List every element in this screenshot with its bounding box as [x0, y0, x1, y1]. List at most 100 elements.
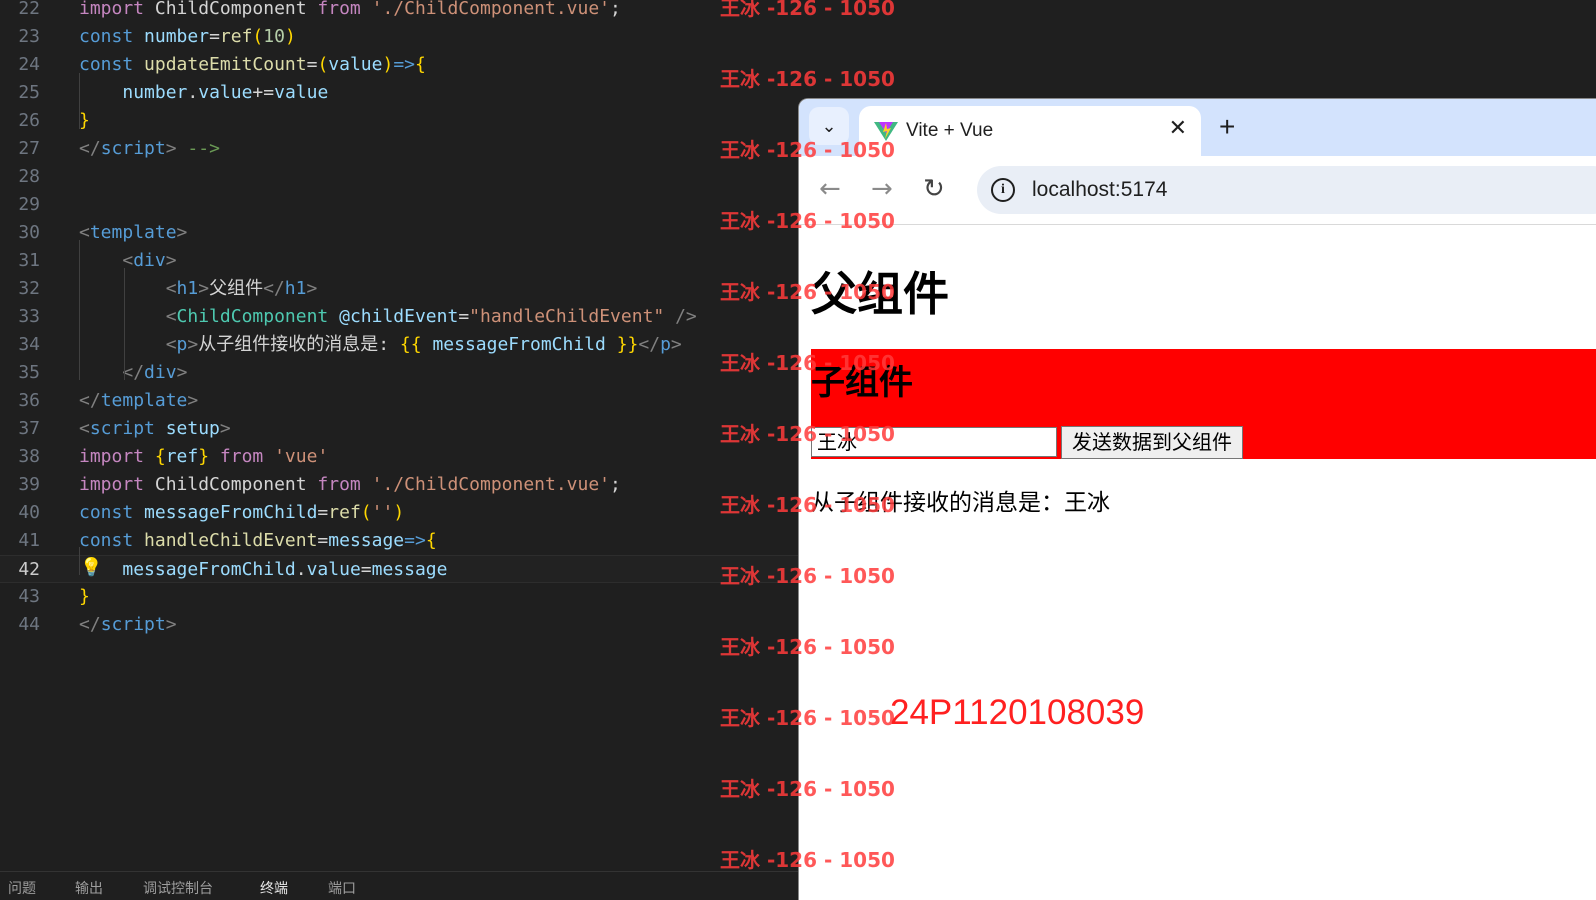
line-number: 25: [18, 82, 40, 103]
code-line[interactable]: 29: [0, 191, 798, 219]
code-line[interactable]: 42 messageFromChild.value=message: [0, 555, 798, 583]
line-number: 24: [18, 54, 40, 75]
code-text[interactable]: const updateEmitCount=(value)=>{: [79, 51, 426, 79]
watermark-text: 王冰 -126 - 1050: [720, 351, 895, 375]
code-line[interactable]: 33 <ChildComponent @childEvent="handleCh…: [0, 303, 798, 331]
new-tab-button[interactable]: +: [1219, 111, 1235, 143]
watermark-text: 王冰 -126 - 1050: [720, 0, 895, 20]
code-line[interactable]: 25 number.value+=value: [0, 79, 798, 107]
code-text[interactable]: </script> -->: [79, 135, 220, 163]
code-line[interactable]: 44 </script>: [0, 611, 798, 639]
code-editor[interactable]: 22 import ChildComponent from './ChildCom…: [0, 0, 798, 899]
code-text[interactable]: <div>: [79, 247, 176, 275]
watermark-text: 王冰 -126 - 1050: [720, 280, 895, 304]
code-line[interactable]: 28: [0, 163, 798, 191]
watermark-text: 王冰 -126 - 1050: [720, 138, 895, 162]
line-number: 36: [18, 390, 40, 411]
code-line[interactable]: 36 </template>: [0, 387, 798, 415]
watermark-text: 王冰 -126 - 1050: [720, 493, 895, 517]
code-line[interactable]: 41 const handleChildEvent=message=>{: [0, 527, 798, 555]
page-content: 父组件 子组件 王冰 发送数据到父组件 从子组件接收的消息是：王冰: [799, 225, 1596, 900]
tab-debug-console[interactable]: 调试控制台: [143, 878, 213, 898]
code-line[interactable]: 37 <script setup>: [0, 415, 798, 443]
close-icon[interactable]: ✕: [1169, 116, 1187, 141]
indent-guide: [79, 240, 80, 380]
code-line[interactable]: 23 const number=ref(10): [0, 23, 798, 51]
code-text[interactable]: const messageFromChild=ref(''): [79, 499, 404, 527]
forward-arrow-icon[interactable]: →: [871, 174, 893, 204]
code-text[interactable]: <ChildComponent @childEvent="handleChild…: [79, 303, 697, 331]
tab-output[interactable]: 输出: [75, 878, 103, 898]
indent-guide: [79, 73, 80, 129]
code-text[interactable]: number.value+=value: [79, 79, 328, 107]
watermark-text: 王冰 -126 - 1050: [720, 564, 895, 588]
code-text[interactable]: </script>: [79, 611, 177, 639]
code-line[interactable]: 27 </script> -->: [0, 135, 798, 163]
code-line[interactable]: 22 import ChildComponent from './ChildCom…: [0, 0, 798, 23]
code-line[interactable]: 40 const messageFromChild=ref(''): [0, 499, 798, 527]
info-icon[interactable]: i: [991, 178, 1015, 202]
tab-strip: ⌄ Vite + Vue ✕ +: [799, 99, 1596, 156]
line-number: 30: [18, 222, 40, 243]
line-number: 37: [18, 418, 40, 439]
lightbulb-icon[interactable]: 💡: [80, 557, 102, 578]
code-line[interactable]: 24 const updateEmitCount=(value)=>{: [0, 51, 798, 79]
reload-icon[interactable]: ↻: [923, 174, 945, 204]
student-id: 24P1120108039: [890, 693, 1145, 732]
code-text[interactable]: </template>: [79, 387, 198, 415]
code-line[interactable]: 31 <div>: [0, 247, 798, 275]
line-number: 32: [18, 278, 40, 299]
tab-terminal[interactable]: 终端: [260, 878, 288, 898]
line-number: 31: [18, 250, 40, 271]
code-text[interactable]: const handleChildEvent=message=>{: [79, 527, 437, 555]
line-number: 33: [18, 306, 40, 327]
line-number: 34: [18, 334, 40, 355]
watermark-text: 王冰 -126 - 1050: [720, 848, 895, 872]
code-line[interactable]: 38 import {ref} from 'vue': [0, 443, 798, 471]
back-arrow-icon[interactable]: ←: [819, 174, 841, 204]
browser-toolbar: ← → ↻ i localhost:5174: [799, 156, 1596, 225]
code-text[interactable]: import ChildComponent from './ChildCompo…: [79, 471, 621, 499]
line-number: 28: [18, 166, 40, 187]
code-line[interactable]: 39 import ChildComponent from './ChildCom…: [0, 471, 798, 499]
tab-ports[interactable]: 端口: [328, 878, 356, 898]
watermark-text: 王冰 -126 - 1050: [720, 706, 895, 730]
line-number: 44: [18, 614, 40, 635]
watermark-text: 王冰 -126 - 1050: [720, 635, 895, 659]
code-text[interactable]: import ChildComponent from './ChildCompo…: [79, 0, 621, 23]
code-line[interactable]: 32 <h1>父组件</h1>: [0, 275, 798, 303]
address-bar[interactable]: i localhost:5174: [977, 166, 1596, 214]
code-text[interactable]: messageFromChild.value=message: [79, 556, 447, 584]
tab-title: Vite + Vue: [906, 120, 994, 141]
line-number: 29: [18, 194, 40, 215]
code-line[interactable]: 43}: [0, 583, 798, 611]
code-text[interactable]: <p>从子组件接收的消息是: {{ messageFromChild }}</p…: [79, 331, 682, 359]
code-text[interactable]: import {ref} from 'vue': [79, 443, 328, 471]
browser-tab[interactable]: Vite + Vue ✕: [859, 106, 1201, 156]
watermark-text: 王冰 -126 - 1050: [720, 209, 895, 233]
panel-tab-bar: 问题 输出 调试控制台 终端 端口: [0, 871, 798, 900]
code-text[interactable]: <h1>父组件</h1>: [79, 275, 318, 303]
code-line[interactable]: 35 </div>: [0, 359, 798, 387]
code-text[interactable]: </div>: [79, 359, 187, 387]
line-number: 41: [18, 530, 40, 551]
line-number: 26: [18, 110, 40, 131]
line-number: 40: [18, 502, 40, 523]
child-component-box: 子组件 王冰 发送数据到父组件: [811, 349, 1596, 459]
line-number: 35: [18, 362, 40, 383]
code-text[interactable]: <script setup>: [79, 415, 231, 443]
code-line[interactable]: 26}: [0, 107, 798, 135]
code-text[interactable]: <template>: [79, 219, 187, 247]
line-number: 27: [18, 138, 40, 159]
code-line[interactable]: 30 <template>: [0, 219, 798, 247]
watermark-text: 王冰 -126 - 1050: [720, 67, 895, 91]
code-text[interactable]: const number=ref(10): [79, 23, 296, 51]
code-line[interactable]: 34 <p>从子组件接收的消息是: {{ messageFromChild }}…: [0, 331, 798, 359]
code-text[interactable]: }: [79, 107, 90, 135]
url-text[interactable]: localhost:5174: [1032, 178, 1167, 202]
tab-problems[interactable]: 问题: [8, 878, 36, 898]
watermark-text: 王冰 -126 - 1050: [720, 422, 895, 446]
send-to-parent-button[interactable]: 发送数据到父组件: [1061, 426, 1243, 459]
watermark-text: 王冰 -126 - 1050: [720, 777, 895, 801]
code-text[interactable]: }: [79, 583, 90, 611]
